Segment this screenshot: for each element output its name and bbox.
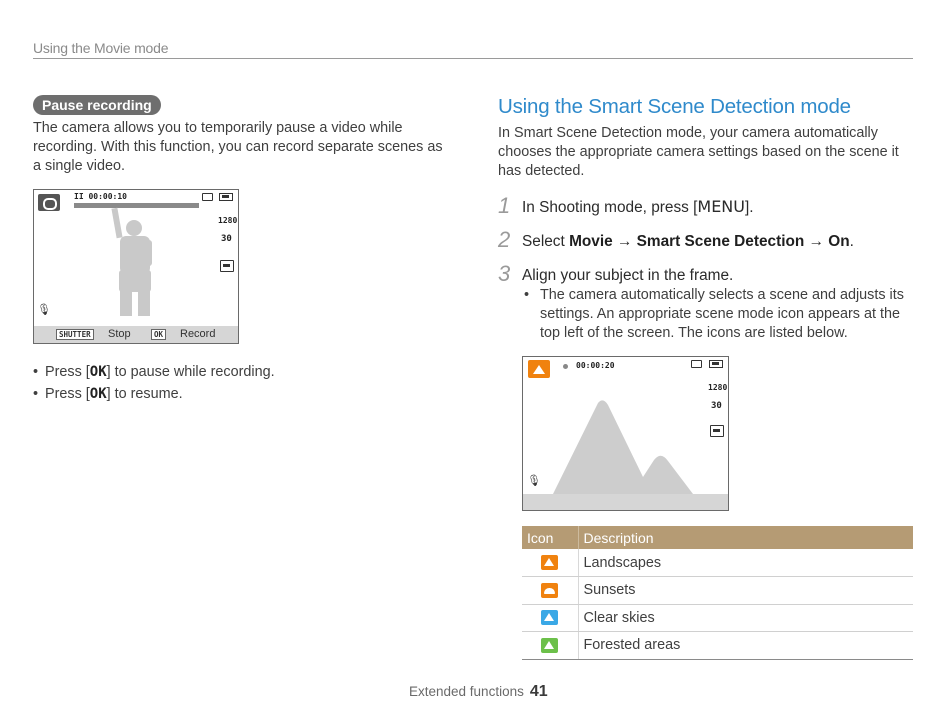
metering-icon — [220, 260, 234, 272]
shutter-key-label: Stop — [108, 328, 131, 340]
list-item: Press [OK] to resume. — [33, 383, 275, 405]
step-3: 3 Align your subject in the frame. — [498, 261, 734, 286]
camera-screen-scene: 00:00:20 1280 30 🎙 — [522, 356, 729, 511]
footer-section: Extended functions — [409, 684, 524, 699]
pause-instructions: Press [OK] to pause while recording. Pre… — [33, 361, 275, 405]
row-description: Forested areas — [578, 631, 913, 660]
table-row: Landscapes — [522, 549, 913, 577]
list-item: Press [OK] to pause while recording. — [33, 361, 275, 383]
section-description: In Smart Scene Detection mode, your came… — [498, 125, 899, 179]
table-header-row: Icon Description — [522, 526, 913, 549]
clear-sky-icon — [541, 610, 559, 626]
sunset-icon — [541, 582, 559, 598]
microphone-icon: 🎙 — [527, 475, 541, 487]
shutter-key: SHUTTER — [56, 329, 94, 340]
camera-screen-pause: II 00:00:10 1280 30 🎙 SHUTTER Stop OK Re… — [33, 189, 239, 344]
ok-key-label: Record — [180, 328, 216, 340]
table-row: Sunsets — [522, 576, 913, 605]
resolution-indicator: 1280 — [218, 216, 238, 225]
scene-icon-table: Icon Description Landscapes Sunsets Clea… — [522, 526, 913, 660]
step-3-note: The camera automatically selects a scene… — [522, 286, 914, 343]
column-header-description: Description — [578, 526, 913, 549]
row-description: Landscapes — [578, 549, 913, 577]
row-description: Clear skies — [578, 604, 913, 632]
section-title: Using the Smart Scene Detection mode — [498, 95, 851, 118]
table-row: Clear skies — [522, 604, 913, 632]
person-silhouette — [111, 207, 152, 316]
page-footer: Extended functions 41 — [409, 683, 548, 701]
menu-key: MENU — [697, 197, 745, 216]
ok-key: OK — [89, 364, 107, 380]
battery-icon — [219, 193, 233, 201]
fps-indicator: 30 — [221, 234, 232, 244]
page-number: 41 — [529, 683, 548, 700]
memory-card-icon — [202, 193, 213, 201]
pause-timer: II 00:00:10 — [74, 192, 127, 201]
row-description: Sunsets — [578, 576, 913, 605]
forest-icon — [541, 637, 559, 653]
camera-softkey-bar: SHUTTER Stop OK Record — [34, 326, 238, 343]
landscape-icon — [541, 555, 559, 571]
microphone-icon: 🎙 — [37, 304, 51, 316]
mountain-scene — [523, 400, 728, 510]
ok-key: OK — [89, 386, 107, 402]
running-head: Using the Movie mode — [33, 40, 169, 56]
ok-key: OK — [151, 329, 167, 340]
step-2: 2 Select Movie → Smart Scene Detection → … — [498, 227, 854, 252]
pause-description: The camera allows you to temporarily pau… — [33, 120, 443, 174]
step-1: 1 In Shooting mode, press [MENU]. — [498, 193, 754, 218]
movie-mode-icon — [38, 194, 60, 211]
column-header-icon: Icon — [522, 526, 579, 549]
subsection-pill: Pause recording — [33, 95, 161, 115]
header-rule — [33, 58, 913, 59]
table-row: Forested areas — [522, 631, 913, 660]
